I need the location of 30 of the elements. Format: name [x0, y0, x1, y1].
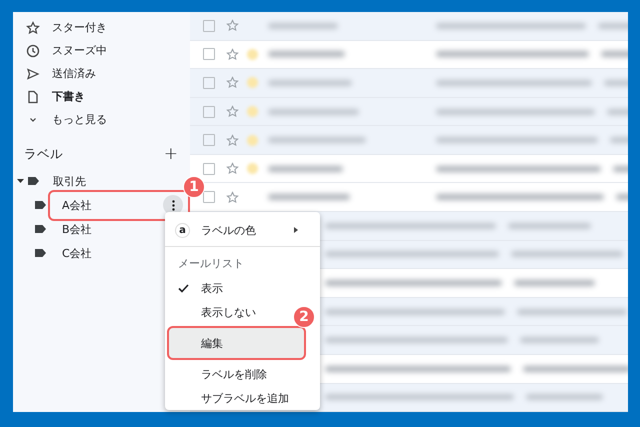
sidebar-label: スヌーズ中	[52, 43, 107, 58]
sidebar-item[interactable]: スター付き	[13, 16, 190, 39]
menu-label: サブラベルを追加	[201, 390, 289, 406]
labels-heading: ラベル	[24, 146, 63, 162]
menu-item[interactable]: サブラベルを追加	[165, 386, 306, 410]
add-label-button[interactable]: +	[164, 146, 178, 162]
sidebar-label: 送信済み	[52, 66, 96, 81]
sidebar-item[interactable]: スヌーズ中	[13, 39, 190, 62]
menu-item[interactable]: 表示	[165, 276, 286, 300]
menu-label: 編集	[201, 336, 223, 350]
menu-item[interactable]: ラベルを削除	[165, 362, 306, 386]
sidebar-item[interactable]: 下書き	[13, 85, 190, 108]
step-number: 2	[293, 306, 315, 328]
menu-label: 表示しない	[201, 304, 256, 320]
sidebar-label: 下書き	[52, 89, 85, 104]
menu-item[interactable]: 編集	[167, 326, 306, 360]
sidebar-item[interactable]: もっと見る	[13, 108, 190, 131]
menu-label: 表示	[201, 280, 223, 296]
label-item[interactable]: A会社	[48, 190, 190, 220]
menu-heading: メールリスト	[177, 256, 245, 272]
menu-label: ラベルの色	[201, 222, 256, 238]
color-badge: a	[175, 222, 190, 238]
sidebar-item[interactable]: 送信済み	[13, 62, 190, 85]
label-name: A会社	[62, 198, 92, 212]
label-name[interactable]: 取引先	[53, 174, 86, 188]
menu-item[interactable]: 表示しない	[165, 300, 286, 324]
menu-label: ラベルを削除	[201, 366, 267, 382]
sidebar-label: スター付き	[52, 20, 107, 35]
sidebar-label: もっと見る	[52, 112, 107, 127]
menu-item[interactable]: a ラベルの色	[165, 218, 320, 242]
